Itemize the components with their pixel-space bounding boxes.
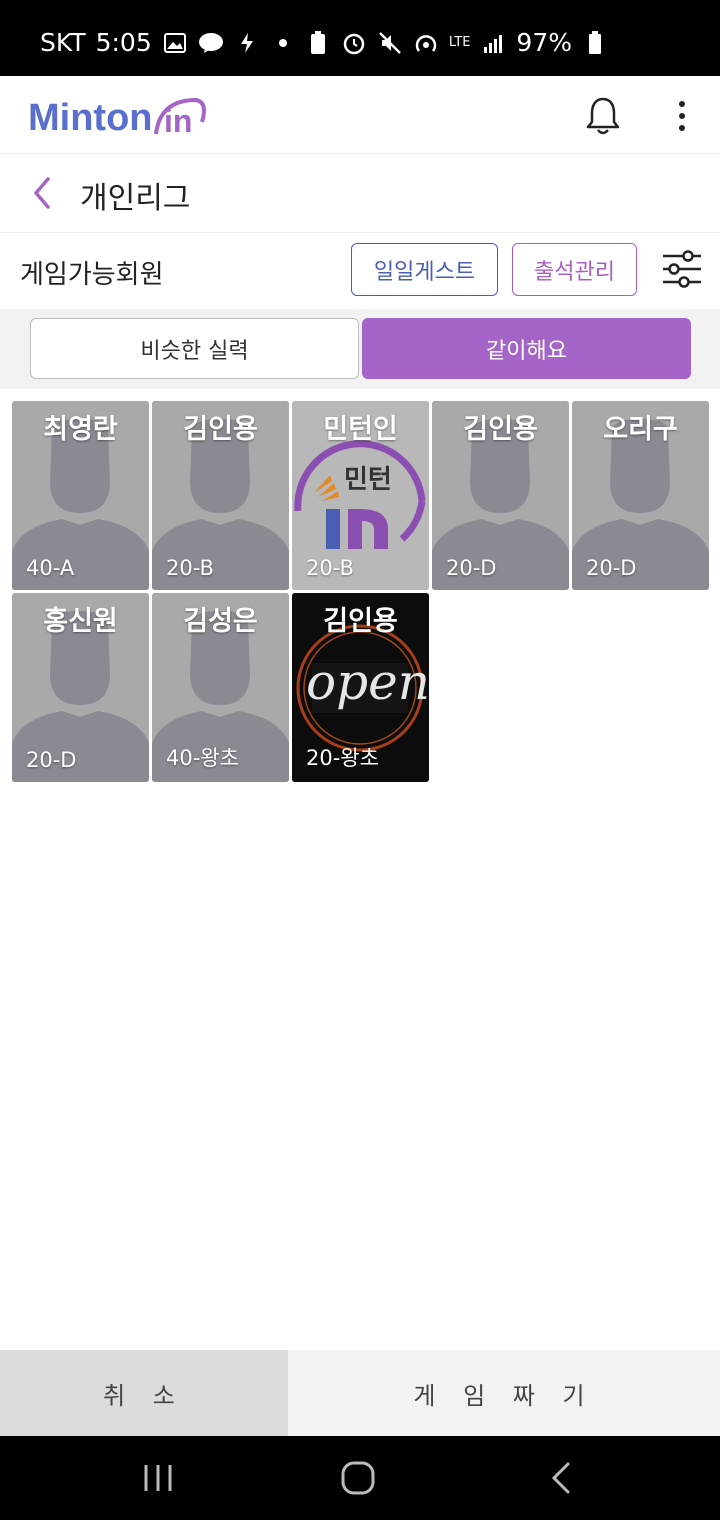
- section-header: 게임가능회원 일일게스트 출석관리: [0, 234, 720, 308]
- hotspot-icon: [413, 30, 439, 56]
- member-grade: 20-B: [166, 556, 214, 580]
- member-grade: 20-D: [446, 556, 497, 580]
- member-name: 최영란: [43, 414, 118, 445]
- cancel-button[interactable]: 취 소: [0, 1350, 288, 1436]
- image-notification-icon: [162, 30, 188, 56]
- tab-play-together[interactable]: 같이해요: [362, 318, 691, 379]
- clock: 5:05: [95, 28, 152, 57]
- member-grade: 20-B: [306, 556, 354, 580]
- attendance-button[interactable]: 출석관리: [512, 243, 637, 296]
- member-card[interactable]: 민턴 민턴인 20-B: [292, 401, 429, 590]
- signal-icon: [480, 30, 506, 56]
- title-bar: 개인리그: [0, 155, 720, 233]
- bell-icon[interactable]: [584, 96, 622, 136]
- bolt-notification-icon: [234, 30, 260, 56]
- dot-notification-icon: [270, 30, 296, 56]
- member-card[interactable]: 오리구 20-D: [572, 401, 709, 590]
- member-card[interactable]: 김성은 40-왕초: [152, 593, 289, 782]
- carrier-label: SKT: [40, 28, 86, 57]
- member-name: 김인용: [323, 606, 398, 637]
- member-grade: 20-D: [26, 748, 77, 772]
- more-menu-icon[interactable]: [670, 98, 694, 134]
- open-sign-text: open: [306, 653, 429, 711]
- member-grade: 20-왕초: [306, 746, 379, 770]
- bottom-action-bar: 취 소 게 임 짜 기: [0, 1350, 720, 1436]
- member-name: 오리구: [603, 414, 678, 445]
- battery-icon: [582, 30, 608, 56]
- minton-logo-text: 민턴: [344, 465, 392, 495]
- member-card[interactable]: 홍신원 20-D: [12, 593, 149, 782]
- recent-apps-icon[interactable]: [140, 1462, 176, 1494]
- tab-bar: 비슷한 실력 같이해요: [0, 309, 720, 389]
- member-grade: 40-A: [26, 556, 75, 580]
- battery-percent: 97%: [516, 28, 572, 57]
- home-icon[interactable]: [340, 1460, 376, 1496]
- alarm-icon: [341, 30, 367, 56]
- member-card[interactable]: 김인용 20-D: [432, 401, 569, 590]
- member-name: 김인용: [183, 414, 258, 445]
- member-name: 김인용: [463, 414, 538, 445]
- member-card[interactable]: 김인용 20-B: [152, 401, 289, 590]
- member-name: 홍신원: [43, 606, 118, 637]
- filter-sliders-icon[interactable]: [660, 247, 704, 291]
- nav-back-icon[interactable]: [546, 1460, 574, 1496]
- mute-icon: [377, 30, 403, 56]
- member-card[interactable]: open 김인용 20-왕초: [292, 593, 429, 782]
- page-title: 개인리그: [80, 181, 191, 216]
- network-label: LTE: [448, 35, 471, 50]
- daily-guest-button[interactable]: 일일게스트: [351, 243, 498, 296]
- system-nav-bar: [0, 1436, 720, 1520]
- svg-text:in: in: [164, 103, 192, 138]
- back-arrow-icon[interactable]: [30, 175, 54, 211]
- member-grade: 20-D: [586, 556, 637, 580]
- talk-notification-icon: [198, 30, 224, 56]
- svg-text:Minton: Minton: [28, 97, 153, 138]
- member-grade: 40-왕초: [166, 746, 239, 770]
- minton-logo[interactable]: Minton in: [28, 94, 208, 138]
- member-name: 민턴인: [323, 414, 398, 445]
- section-title: 게임가능회원: [20, 260, 164, 290]
- battery-saver-icon: [305, 30, 331, 56]
- member-card[interactable]: 최영란 40-A: [12, 401, 149, 590]
- tab-similar-skill[interactable]: 비슷한 실력: [30, 318, 359, 379]
- member-name: 김성은: [183, 606, 258, 637]
- status-bar: SKT 5:05 LTE 97%: [0, 0, 720, 76]
- make-game-button[interactable]: 게 임 짜 기: [288, 1350, 720, 1436]
